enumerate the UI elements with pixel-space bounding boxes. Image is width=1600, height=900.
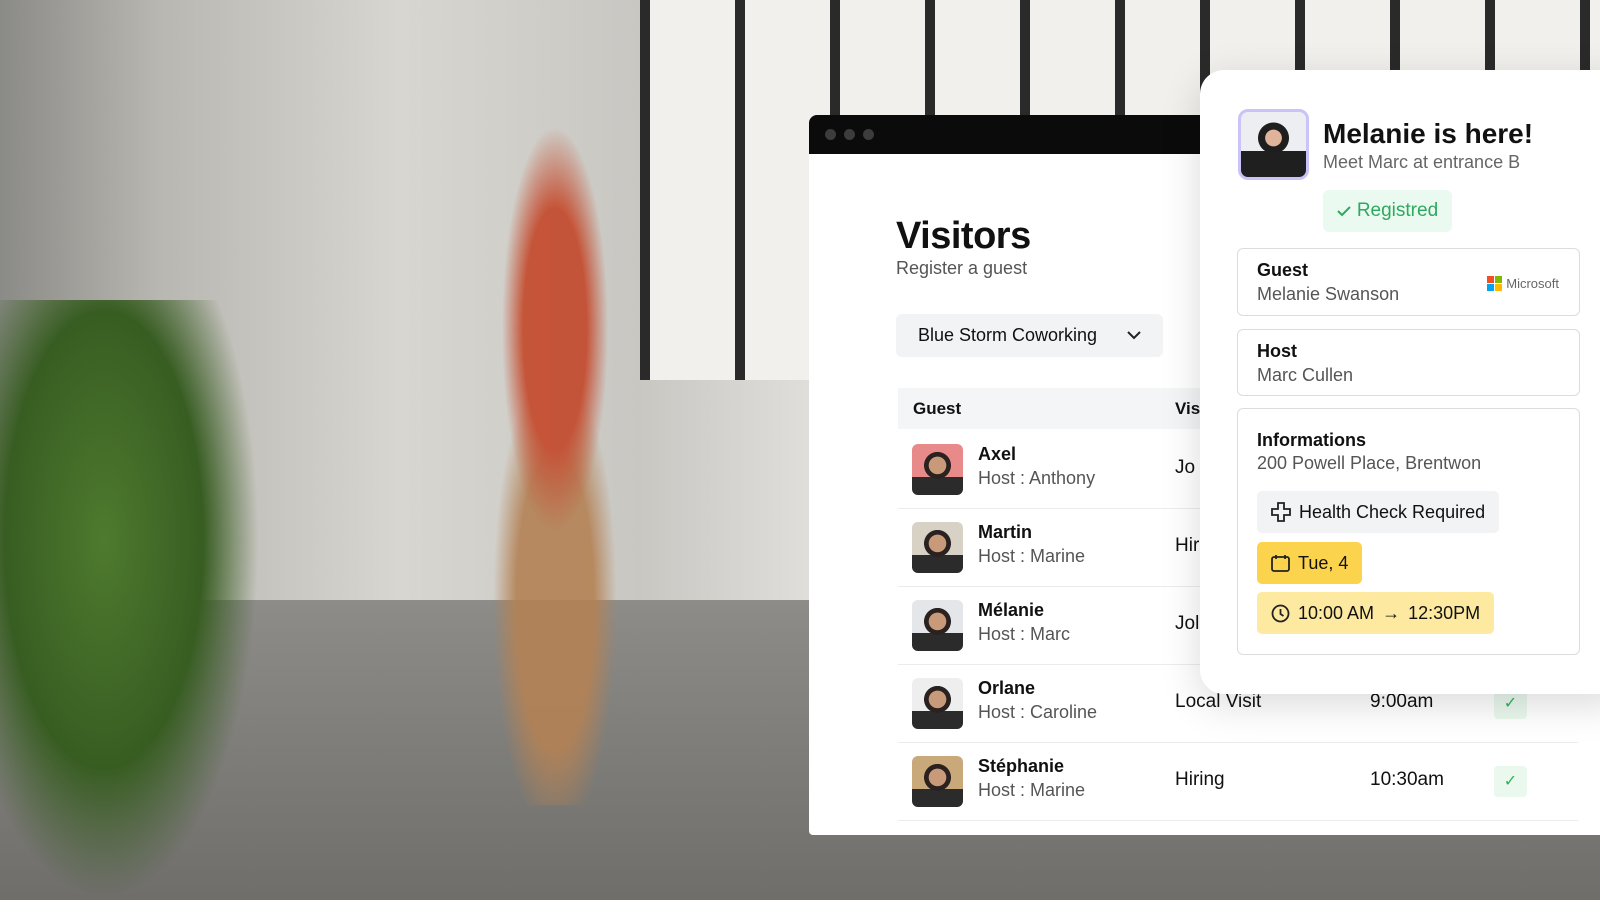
date-text: Tue, 4 — [1298, 552, 1349, 573]
visit-type: Hir — [1175, 535, 1200, 556]
avatar — [912, 444, 963, 495]
time-end: 12:30PM — [1408, 602, 1481, 623]
guest-host: Host : Marine — [978, 780, 1086, 800]
location-select[interactable]: Blue Storm Coworking — [896, 314, 1163, 357]
visit-type: Jo — [1175, 457, 1196, 478]
walking-person — [430, 125, 680, 805]
guest-host: Host : Anthony — [978, 468, 1096, 488]
guest-host: Host : Caroline — [978, 702, 1098, 722]
guest-host: Host : Marine — [978, 546, 1086, 566]
column-header-visit: Vis — [1175, 399, 1201, 418]
calendar-icon — [1271, 555, 1290, 572]
host-card: Host Marc Cullen — [1237, 329, 1580, 396]
plant — [0, 300, 260, 900]
time-pill: 10:00 AM → 12:30PM — [1257, 592, 1495, 634]
guest-host: Host : Marc — [978, 624, 1071, 644]
guest-name: Mélanie — [978, 600, 1045, 620]
table-row[interactable]: Stéphanie Host : Marine Hiring 10:30am ✓ — [898, 743, 1578, 821]
info-label: Informations — [1257, 430, 1367, 450]
guest-label: Guest — [1257, 260, 1309, 280]
visit-type: Local Visit — [1175, 691, 1262, 712]
visit-type: Jol — [1175, 613, 1200, 634]
avatar — [912, 678, 963, 729]
arrival-subtitle: Meet Marc at entrance B — [1323, 152, 1521, 172]
visit-time: 9:00am — [1370, 691, 1434, 712]
page-title: Visitors — [896, 215, 1031, 257]
maximize-button[interactable] — [863, 129, 874, 140]
host-name: Marc Cullen — [1257, 365, 1354, 385]
address: 200 Powell Place, Brentwon — [1257, 453, 1482, 473]
host-label: Host — [1257, 341, 1297, 361]
guest-name: Martin — [978, 522, 1032, 542]
guest-name: Melanie Swanson — [1257, 284, 1400, 304]
arrow-right-icon: → — [1382, 602, 1401, 623]
health-check-pill: Health Check Required — [1257, 491, 1500, 533]
visit-time: 10:30am — [1370, 769, 1444, 790]
chevron-down-icon — [1127, 331, 1141, 340]
avatar — [1238, 109, 1309, 180]
guest-name: Stéphanie — [978, 756, 1065, 776]
health-check-text: Health Check Required — [1299, 501, 1486, 522]
visitor-arrival-card: Melanie is here! Meet Marc at entrance B… — [1200, 70, 1600, 694]
avatar — [912, 756, 963, 807]
status-text: Registred — [1356, 200, 1439, 221]
guest-name: Axel — [978, 444, 1017, 464]
visit-type: Hiring — [1175, 769, 1225, 790]
info-card: Informations 200 Powell Place, Brentwon … — [1237, 408, 1580, 655]
guest-name: Orlane — [978, 678, 1036, 698]
check-icon — [1337, 205, 1351, 216]
clock-icon — [1271, 604, 1290, 622]
check-icon: ✓ — [1494, 766, 1527, 797]
date-pill: Tue, 4 — [1257, 542, 1363, 584]
page-subtitle: Register a guest — [896, 258, 1028, 278]
avatar — [912, 600, 963, 651]
status-badge: Registred — [1323, 190, 1452, 232]
guest-card: Guest Melanie Swanson Microsoft — [1237, 248, 1580, 316]
microsoft-icon — [1487, 276, 1503, 291]
close-button[interactable] — [825, 129, 836, 140]
minimize-button[interactable] — [844, 129, 855, 140]
time-start: 10:00 AM — [1298, 602, 1375, 623]
arrival-title: Melanie is here! — [1323, 118, 1534, 149]
company-logo: Microsoft — [1487, 276, 1559, 291]
location-select-value: Blue Storm Coworking — [918, 325, 1098, 345]
company-name: Microsoft — [1506, 276, 1559, 291]
medical-cross-icon — [1271, 502, 1291, 522]
column-header-guest: Guest — [913, 399, 962, 418]
avatar — [912, 522, 963, 573]
